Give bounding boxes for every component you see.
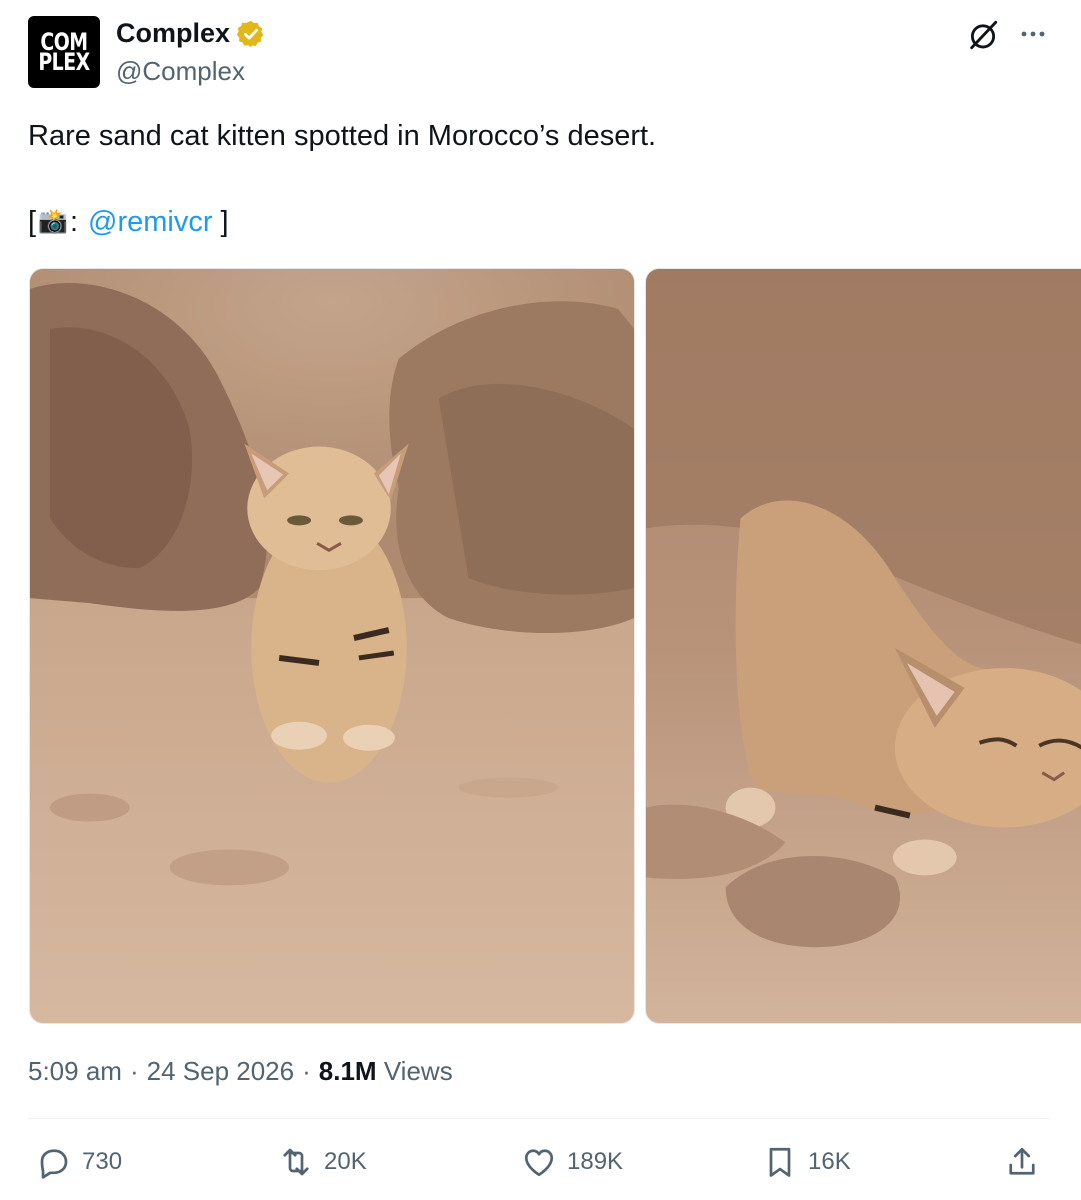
views-label: Views (383, 1056, 453, 1086)
reply-button[interactable]: 730 (36, 1144, 122, 1180)
bookmark-icon (769, 1147, 791, 1177)
reply-count: 730 (82, 1148, 123, 1175)
tweet-meta: 5:09 am · 24 Sep 2026 · 8.1M Views (28, 1056, 453, 1087)
meta-separator: · (129, 1056, 139, 1086)
repost-icon (283, 1148, 309, 1176)
repost-count: 20K (324, 1148, 367, 1175)
tweet-text: Rare sand cat kitten spotted in Morocco’… (28, 120, 657, 152)
repost-button[interactable]: 20K (278, 1144, 367, 1180)
grok-icon[interactable] (966, 18, 1000, 52)
more-options-icon[interactable] (1016, 22, 1050, 46)
verified-badge-icon (236, 20, 264, 47)
photo-sand-cat-stretching[interactable] (645, 268, 1081, 1024)
tweet-date[interactable]: 24 Sep 2026 (147, 1056, 294, 1087)
bookmark-button[interactable]: 16K (762, 1144, 851, 1180)
display-name[interactable]: Complex (116, 18, 230, 49)
credit-open-bracket: [ (28, 206, 37, 238)
sand-cat-kitten-sitting-photo (30, 269, 634, 1023)
avatar[interactable]: COM PLEX (28, 16, 100, 88)
bookmark-count: 16K (808, 1148, 851, 1175)
share-icon (1009, 1147, 1035, 1175)
divider (28, 1118, 1050, 1119)
sand-cat-kitten-stretching-photo (646, 269, 1081, 1023)
author-name-row[interactable]: Complex (116, 18, 266, 49)
handle[interactable]: @Complex (116, 56, 245, 87)
heart-icon (524, 1149, 554, 1177)
share-button[interactable] (1004, 1144, 1040, 1180)
reply-icon (40, 1149, 68, 1179)
tweet-time[interactable]: 5:09 am (28, 1056, 122, 1087)
avatar-text-bottom: PLEX (38, 48, 90, 76)
credit-colon: : (69, 206, 79, 238)
mention-link[interactable]: @remivcr (88, 204, 212, 240)
like-count: 189K (567, 1148, 624, 1175)
tweet-credit: [ 📸 : @remivcr ] (28, 204, 229, 240)
photo-sand-cat-sitting[interactable] (29, 268, 635, 1024)
camera-flash-icon: 📸 (38, 208, 68, 235)
meta-separator: · (302, 1056, 311, 1086)
like-button[interactable]: 189K (521, 1144, 623, 1180)
action-bar: 730 20K 189K 16K (0, 1144, 1081, 1188)
credit-close-bracket: ] (220, 206, 229, 238)
views-count: 8.1M (318, 1056, 377, 1086)
